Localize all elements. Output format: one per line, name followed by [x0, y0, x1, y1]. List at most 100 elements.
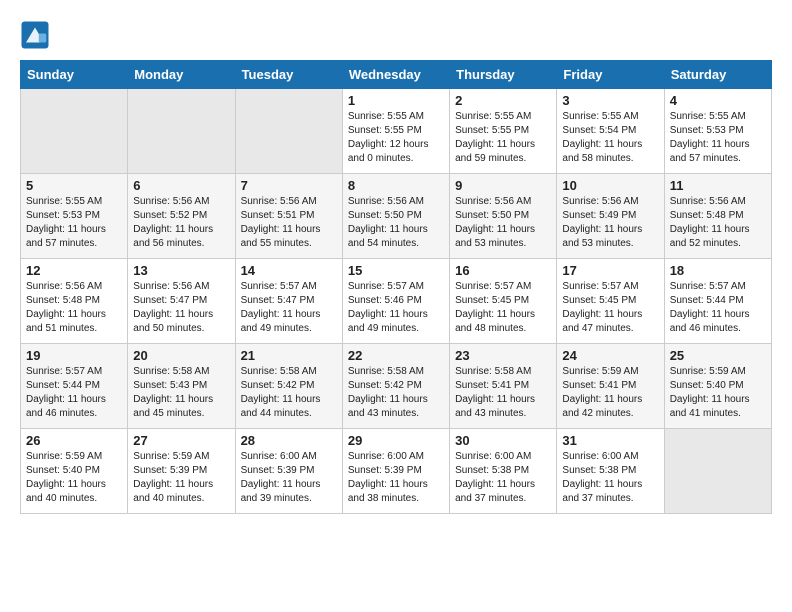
cell-info: Sunrise: 5:55 AM Sunset: 5:54 PM Dayligh…	[562, 110, 658, 166]
calendar-cell: 31 Sunrise: 6:00 AM Sunset: 5:38 PM Dayli…	[557, 429, 664, 514]
cell-info: Sunrise: 5:56 AM Sunset: 5:50 PM Dayligh…	[455, 195, 551, 251]
day-number: 18	[670, 263, 766, 278]
cell-info: Sunrise: 5:57 AM Sunset: 5:45 PM Dayligh…	[562, 280, 658, 336]
calendar-cell: 3 Sunrise: 5:55 AM Sunset: 5:54 PM Daylig…	[557, 89, 664, 174]
day-number: 17	[562, 263, 658, 278]
page-header	[20, 20, 772, 50]
calendar-cell	[664, 429, 771, 514]
day-number: 5	[26, 178, 122, 193]
day-number: 11	[670, 178, 766, 193]
cell-info: Sunrise: 5:55 AM Sunset: 5:55 PM Dayligh…	[455, 110, 551, 166]
cell-info: Sunrise: 5:57 AM Sunset: 5:47 PM Dayligh…	[241, 280, 337, 336]
day-number: 13	[133, 263, 229, 278]
calendar-cell: 7Sunrise: 5:56 AM Sunset: 5:51 PM Daylig…	[235, 174, 342, 259]
day-number: 9	[455, 178, 551, 193]
cell-info: Sunrise: 5:56 AM Sunset: 5:48 PM Dayligh…	[26, 280, 122, 336]
calendar-cell: 21 Sunrise: 5:58 AM Sunset: 5:42 PM Dayli…	[235, 344, 342, 429]
cell-info: Sunrise: 5:59 AM Sunset: 5:40 PM Dayligh…	[670, 365, 766, 421]
cell-info: Sunrise: 5:56 AM Sunset: 5:50 PM Dayligh…	[348, 195, 444, 251]
cell-info: Sunrise: 6:00 AM Sunset: 5:39 PM Dayligh…	[241, 450, 337, 506]
cell-info: Sunrise: 5:58 AM Sunset: 5:41 PM Dayligh…	[455, 365, 551, 421]
calendar-cell	[128, 89, 235, 174]
day-number: 12	[26, 263, 122, 278]
day-number: 14	[241, 263, 337, 278]
cell-info: Sunrise: 5:57 AM Sunset: 5:44 PM Dayligh…	[26, 365, 122, 421]
calendar-cell: 18 Sunrise: 5:57 AM Sunset: 5:44 PM Dayli…	[664, 259, 771, 344]
calendar-cell: 20Sunrise: 5:58 AM Sunset: 5:43 PM Dayli…	[128, 344, 235, 429]
weekday-header-wednesday: Wednesday	[342, 61, 449, 89]
cell-info: Sunrise: 5:56 AM Sunset: 5:47 PM Dayligh…	[133, 280, 229, 336]
day-number: 4	[670, 93, 766, 108]
day-number: 7	[241, 178, 337, 193]
calendar-cell	[21, 89, 128, 174]
day-number: 25	[670, 348, 766, 363]
cell-info: Sunrise: 6:00 AM Sunset: 5:39 PM Dayligh…	[348, 450, 444, 506]
calendar-cell: 4 Sunrise: 5:55 AM Sunset: 5:53 PM Daylig…	[664, 89, 771, 174]
cell-info: Sunrise: 5:55 AM Sunset: 5:53 PM Dayligh…	[670, 110, 766, 166]
calendar-cell: 6 Sunrise: 5:56 AM Sunset: 5:52 PM Daylig…	[128, 174, 235, 259]
calendar-cell: 25 Sunrise: 5:59 AM Sunset: 5:40 PM Dayli…	[664, 344, 771, 429]
weekday-header-row: SundayMondayTuesdayWednesdayThursdayFrid…	[21, 61, 772, 89]
calendar-cell: 22 Sunrise: 5:58 AM Sunset: 5:42 PM Dayli…	[342, 344, 449, 429]
cell-info: Sunrise: 5:56 AM Sunset: 5:49 PM Dayligh…	[562, 195, 658, 251]
calendar-cell: 5 Sunrise: 5:55 AM Sunset: 5:53 PM Daylig…	[21, 174, 128, 259]
calendar-cell: 29 Sunrise: 6:00 AM Sunset: 5:39 PM Dayli…	[342, 429, 449, 514]
calendar-week-1: 1 Sunrise: 5:55 AM Sunset: 5:55 PM Daylig…	[21, 89, 772, 174]
calendar-cell: 1 Sunrise: 5:55 AM Sunset: 5:55 PM Daylig…	[342, 89, 449, 174]
cell-info: Sunrise: 5:59 AM Sunset: 5:40 PM Dayligh…	[26, 450, 122, 506]
day-number: 23	[455, 348, 551, 363]
day-number: 30	[455, 433, 551, 448]
cell-info: Sunrise: 5:59 AM Sunset: 5:39 PM Dayligh…	[133, 450, 229, 506]
cell-info: Sunrise: 5:58 AM Sunset: 5:42 PM Dayligh…	[241, 365, 337, 421]
day-number: 22	[348, 348, 444, 363]
day-number: 27	[133, 433, 229, 448]
calendar-cell: 30 Sunrise: 6:00 AM Sunset: 5:38 PM Dayli…	[450, 429, 557, 514]
cell-info: Sunrise: 5:57 AM Sunset: 5:45 PM Dayligh…	[455, 280, 551, 336]
cell-info: Sunrise: 5:59 AM Sunset: 5:41 PM Dayligh…	[562, 365, 658, 421]
weekday-header-thursday: Thursday	[450, 61, 557, 89]
cell-info: Sunrise: 5:57 AM Sunset: 5:46 PM Dayligh…	[348, 280, 444, 336]
weekday-header-monday: Monday	[128, 61, 235, 89]
weekday-header-sunday: Sunday	[21, 61, 128, 89]
calendar-cell: 28Sunrise: 6:00 AM Sunset: 5:39 PM Dayli…	[235, 429, 342, 514]
day-number: 1	[348, 93, 444, 108]
cell-info: Sunrise: 5:58 AM Sunset: 5:42 PM Dayligh…	[348, 365, 444, 421]
cell-info: Sunrise: 5:56 AM Sunset: 5:52 PM Dayligh…	[133, 195, 229, 251]
calendar-cell: 14 Sunrise: 5:57 AM Sunset: 5:47 PM Dayli…	[235, 259, 342, 344]
day-number: 15	[348, 263, 444, 278]
weekday-header-tuesday: Tuesday	[235, 61, 342, 89]
day-number: 21	[241, 348, 337, 363]
day-number: 16	[455, 263, 551, 278]
calendar-cell: 19 Sunrise: 5:57 AM Sunset: 5:44 PM Dayli…	[21, 344, 128, 429]
logo	[20, 20, 54, 50]
calendar-cell: 8Sunrise: 5:56 AM Sunset: 5:50 PM Daylig…	[342, 174, 449, 259]
day-number: 19	[26, 348, 122, 363]
day-number: 6	[133, 178, 229, 193]
calendar-week-5: 26 Sunrise: 5:59 AM Sunset: 5:40 PM Dayli…	[21, 429, 772, 514]
cell-info: Sunrise: 5:55 AM Sunset: 5:55 PM Dayligh…	[348, 110, 444, 166]
calendar-table: SundayMondayTuesdayWednesdayThursdayFrid…	[20, 60, 772, 514]
weekday-header-saturday: Saturday	[664, 61, 771, 89]
calendar-cell: 24Sunrise: 5:59 AM Sunset: 5:41 PM Dayli…	[557, 344, 664, 429]
day-number: 3	[562, 93, 658, 108]
calendar-cell: 12 Sunrise: 5:56 AM Sunset: 5:48 PM Dayli…	[21, 259, 128, 344]
calendar-cell: 17 Sunrise: 5:57 AM Sunset: 5:45 PM Dayli…	[557, 259, 664, 344]
day-number: 26	[26, 433, 122, 448]
logo-icon	[20, 20, 50, 50]
calendar-week-3: 12 Sunrise: 5:56 AM Sunset: 5:48 PM Dayli…	[21, 259, 772, 344]
calendar-cell: 11 Sunrise: 5:56 AM Sunset: 5:48 PM Dayli…	[664, 174, 771, 259]
calendar-cell: 10Sunrise: 5:56 AM Sunset: 5:49 PM Dayli…	[557, 174, 664, 259]
calendar-cell: 23 Sunrise: 5:58 AM Sunset: 5:41 PM Dayli…	[450, 344, 557, 429]
cell-info: Sunrise: 6:00 AM Sunset: 5:38 PM Dayligh…	[455, 450, 551, 506]
day-number: 31	[562, 433, 658, 448]
cell-info: Sunrise: 6:00 AM Sunset: 5:38 PM Dayligh…	[562, 450, 658, 506]
calendar-cell: 27 Sunrise: 5:59 AM Sunset: 5:39 PM Dayli…	[128, 429, 235, 514]
cell-info: Sunrise: 5:57 AM Sunset: 5:44 PM Dayligh…	[670, 280, 766, 336]
calendar-week-4: 19 Sunrise: 5:57 AM Sunset: 5:44 PM Dayli…	[21, 344, 772, 429]
cell-info: Sunrise: 5:55 AM Sunset: 5:53 PM Dayligh…	[26, 195, 122, 251]
calendar-week-2: 5 Sunrise: 5:55 AM Sunset: 5:53 PM Daylig…	[21, 174, 772, 259]
weekday-header-friday: Friday	[557, 61, 664, 89]
day-number: 29	[348, 433, 444, 448]
calendar-cell: 15 Sunrise: 5:57 AM Sunset: 5:46 PM Dayli…	[342, 259, 449, 344]
cell-info: Sunrise: 5:56 AM Sunset: 5:48 PM Dayligh…	[670, 195, 766, 251]
